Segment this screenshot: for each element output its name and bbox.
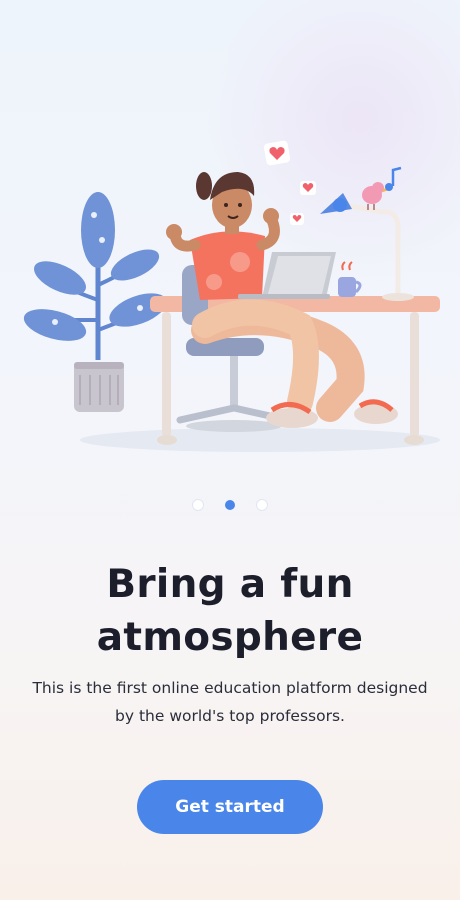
heart-icon — [290, 213, 304, 225]
get-started-button[interactable]: Get started — [137, 780, 323, 834]
onboarding-screen: Bring a fun atmosphere This is the first… — [0, 0, 460, 900]
heart-icon — [263, 140, 291, 166]
bird — [362, 182, 389, 210]
page-dot-active[interactable] — [225, 500, 235, 510]
page-indicator — [0, 500, 460, 510]
hero-illustration — [23, 140, 440, 452]
potted-plant — [23, 192, 167, 412]
coffee-mug — [338, 261, 362, 297]
heart-icon — [300, 181, 316, 195]
desk-lamp — [320, 193, 414, 301]
onboarding-subtitle: This is the first online education platf… — [32, 679, 428, 725]
music-note-icon — [385, 166, 402, 191]
page-dot[interactable] — [257, 500, 267, 510]
page-dot[interactable] — [193, 500, 203, 510]
onboarding-title: Bring a fun atmosphere — [96, 562, 364, 660]
floor-shadow — [80, 428, 440, 452]
